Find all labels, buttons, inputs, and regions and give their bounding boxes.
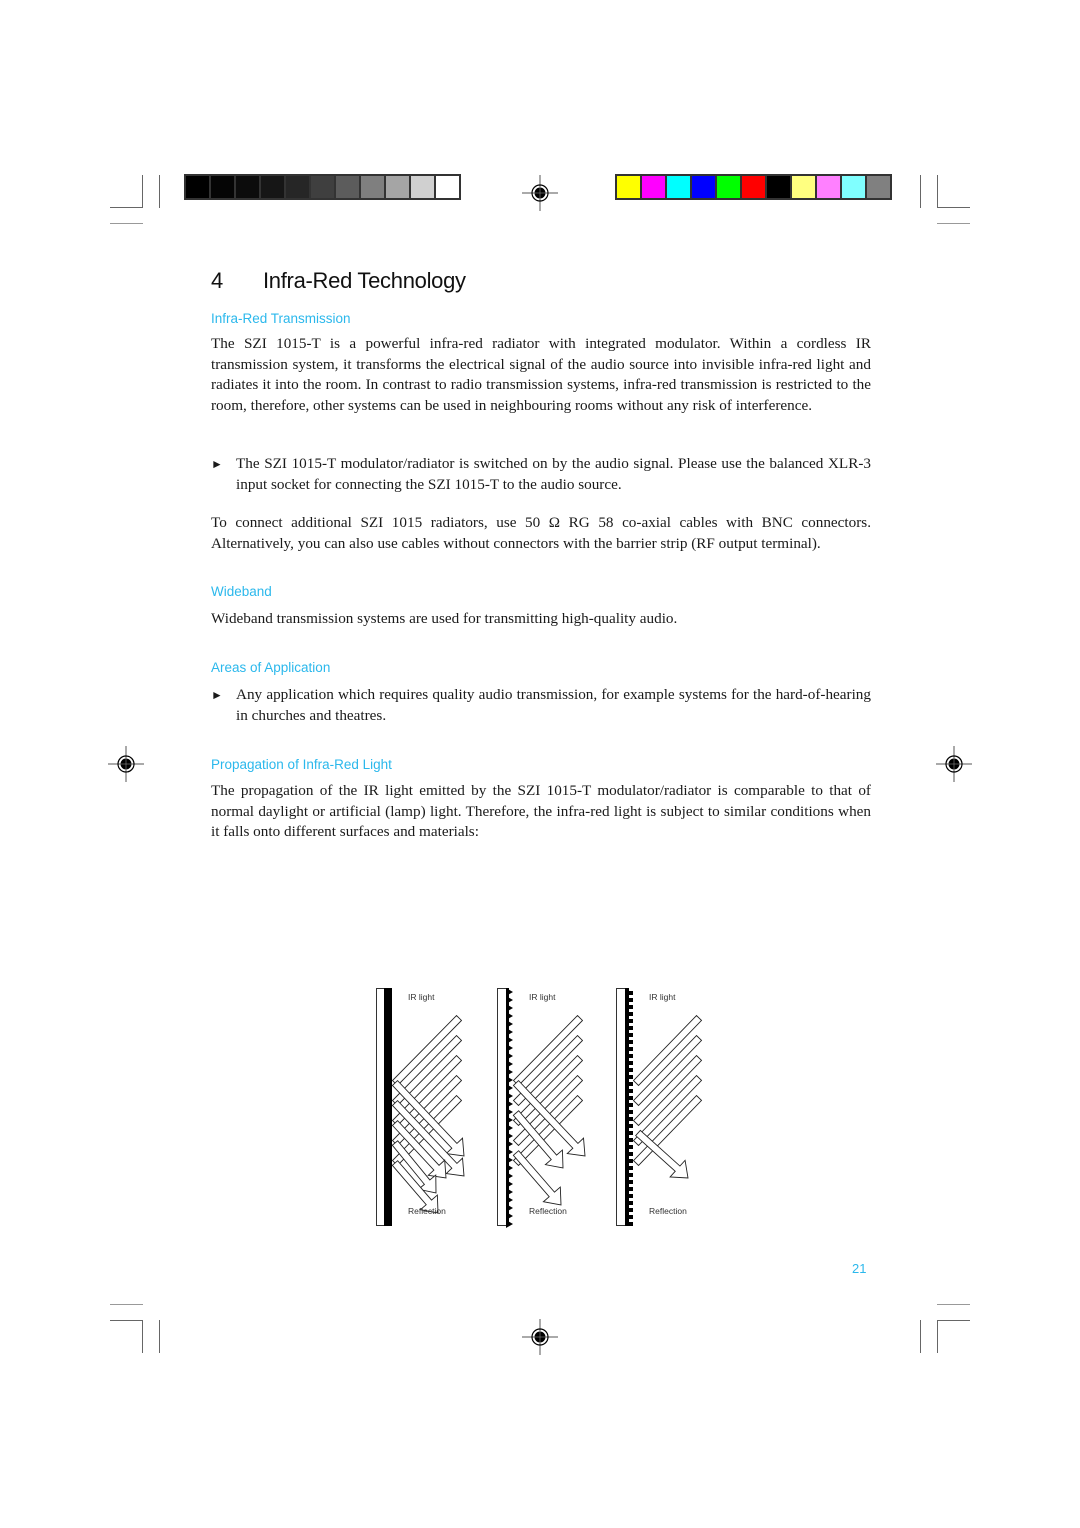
reflection-label: Reflection xyxy=(649,1206,687,1216)
crop-mark xyxy=(937,1320,970,1321)
grayscale-swatch xyxy=(286,176,309,198)
bullet-text: The SZI 1015-T modulator/radiator is swi… xyxy=(236,455,871,493)
propagation-paragraph: The propagation of the IR light emitted … xyxy=(211,782,871,840)
ir-light-label: IR light xyxy=(529,992,556,1002)
color-swatch xyxy=(617,176,640,198)
chapter-title-text: Infra-Red Technology xyxy=(263,268,466,293)
grayscale-swatch-bar xyxy=(184,174,461,200)
section-heading-wideband: Wideband xyxy=(211,584,272,599)
reflection-figure-ribbed: IR light Reflection xyxy=(616,988,726,1228)
reflection-figure-smooth: IR light Reflection xyxy=(376,988,486,1228)
crop-mark xyxy=(937,1304,970,1305)
page-number: 21 xyxy=(852,1261,867,1276)
crop-mark xyxy=(920,175,921,208)
bullet-text: Any application which requires quality a… xyxy=(236,686,871,724)
application-bullet: ► Any application which requires quality… xyxy=(211,685,871,726)
color-swatch xyxy=(667,176,690,198)
crop-mark xyxy=(110,207,143,208)
registration-mark-icon xyxy=(522,1319,558,1355)
section-heading-application: Areas of Application xyxy=(211,660,331,675)
color-swatch xyxy=(642,176,665,198)
reflection-figure-jagged: IR light Reflection xyxy=(497,988,607,1228)
color-swatch xyxy=(792,176,815,198)
crop-mark xyxy=(142,175,143,208)
transmission-paragraph-2: To connect additional SZI 1015 radiators… xyxy=(211,514,871,552)
ribbed-surface-diagram xyxy=(616,988,703,1226)
crop-mark xyxy=(937,223,970,224)
section-heading-propagation: Propagation of Infra-Red Light xyxy=(211,757,392,772)
crop-mark xyxy=(159,175,160,208)
grayscale-swatch xyxy=(386,176,409,198)
registration-mark-icon xyxy=(522,175,558,211)
crop-mark xyxy=(937,1320,938,1353)
color-swatch xyxy=(692,176,715,198)
color-swatch xyxy=(717,176,740,198)
bullet-arrow-icon: ► xyxy=(211,457,223,471)
wideband-paragraph: Wideband transmission systems are used f… xyxy=(211,610,678,627)
grayscale-swatch xyxy=(261,176,284,198)
crop-mark xyxy=(920,1320,921,1353)
grayscale-swatch xyxy=(411,176,434,198)
reflection-label: Reflection xyxy=(408,1206,446,1216)
chapter-number: 4 xyxy=(211,268,223,293)
ir-light-label: IR light xyxy=(408,992,435,1002)
crop-mark xyxy=(159,1320,160,1353)
section-heading-transmission: Infra-Red Transmission xyxy=(211,311,351,326)
crop-mark xyxy=(110,1304,143,1305)
grayscale-swatch xyxy=(436,176,459,198)
bullet-arrow-icon: ► xyxy=(211,688,223,702)
chapter-title: 4 Infra-Red Technology xyxy=(211,268,466,294)
ir-light-label: IR light xyxy=(649,992,676,1002)
crop-mark xyxy=(110,1320,143,1321)
color-swatch xyxy=(867,176,890,198)
color-swatch xyxy=(742,176,765,198)
color-swatch-bar xyxy=(615,174,892,200)
color-swatch xyxy=(767,176,790,198)
grayscale-swatch xyxy=(186,176,209,198)
crop-mark xyxy=(937,175,938,208)
grayscale-swatch xyxy=(236,176,259,198)
grayscale-swatch xyxy=(311,176,334,198)
smooth-surface-diagram xyxy=(376,988,465,1226)
transmission-paragraph: The SZI 1015-T is a powerful infra-red r… xyxy=(211,335,871,414)
color-swatch xyxy=(842,176,865,198)
registration-mark-icon xyxy=(936,746,972,782)
color-swatch xyxy=(817,176,840,198)
jagged-surface-diagram xyxy=(497,988,586,1228)
crop-mark xyxy=(142,1320,143,1353)
registration-mark-icon xyxy=(108,746,144,782)
grayscale-swatch xyxy=(211,176,234,198)
crop-mark xyxy=(110,223,143,224)
crop-mark xyxy=(937,207,970,208)
reflection-label: Reflection xyxy=(529,1206,567,1216)
grayscale-swatch xyxy=(336,176,359,198)
grayscale-swatch xyxy=(361,176,384,198)
transmission-bullet: ► The SZI 1015-T modulator/radiator is s… xyxy=(211,454,871,495)
